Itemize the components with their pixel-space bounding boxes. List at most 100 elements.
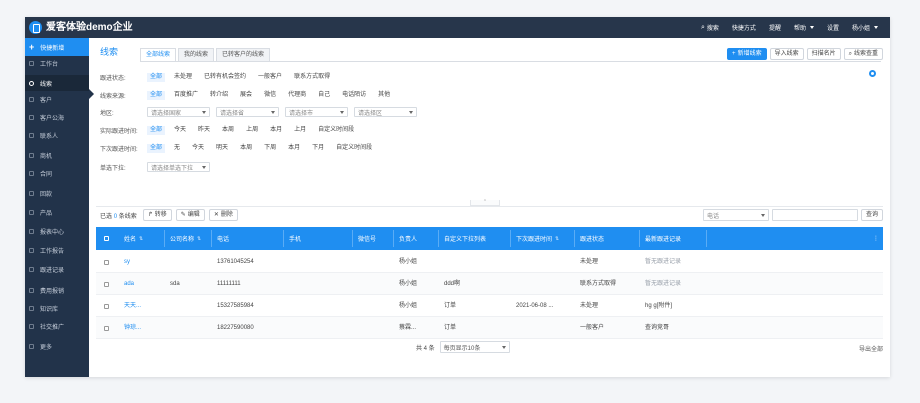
filter-option[interactable]: 自己 [315, 91, 333, 100]
filter-option[interactable]: 转介绍 [207, 91, 231, 100]
filter-option[interactable]: 全部 [147, 143, 166, 153]
column-header[interactable]: 负责人 [399, 227, 417, 250]
sort-icon[interactable]: ⇅ [197, 236, 201, 242]
filter-option[interactable]: 全部 [147, 72, 166, 82]
region-select[interactable]: 请选择市 [285, 107, 348, 117]
sidebar-item[interactable]: 合同 [25, 165, 89, 181]
custom-dropdown-select[interactable]: 请选择单选下拉 [147, 162, 210, 172]
filter-option[interactable]: 下周 [261, 144, 279, 153]
top-menu-item[interactable]: 设置 [827, 23, 839, 32]
filter-option[interactable]: 展会 [237, 91, 255, 100]
region-select[interactable]: 请选择国家 [147, 107, 210, 117]
select-all-checkbox[interactable] [104, 227, 109, 250]
tab-0[interactable]: 全部线索 [140, 48, 177, 62]
filter-option[interactable]: 本周 [219, 126, 237, 135]
filter-option[interactable]: 本月 [267, 126, 285, 135]
table-cell[interactable]: ada [124, 273, 134, 295]
export-all-link[interactable]: 导出全部 [859, 344, 883, 353]
tab-2[interactable]: 已转客户的线索 [216, 48, 271, 62]
checkbox[interactable] [104, 259, 109, 265]
filter-option[interactable]: 全部 [147, 125, 166, 135]
sidebar-item[interactable]: 工作台 [25, 55, 89, 71]
filter-option[interactable]: 今天 [171, 126, 189, 135]
sidebar-item[interactable]: 知识库 [25, 300, 89, 316]
region-select[interactable]: 请选择区 [354, 107, 417, 117]
edit-button[interactable]: ✎ 编辑 [175, 209, 205, 221]
column-header[interactable]: 姓名 ⇅ [124, 227, 143, 250]
filter-option[interactable]: 已转有机会签约 [201, 73, 249, 82]
sidebar-item[interactable]: 社交推广 [25, 318, 89, 334]
sidebar-item[interactable]: 工作报告 [25, 242, 89, 258]
page-size-select[interactable]: 每页显示10条 [439, 341, 510, 353]
sidebar-item[interactable]: 产品 [25, 204, 89, 220]
top-menu-item[interactable]: 快捷方式 [732, 23, 756, 32]
filter-option[interactable]: 电话陌访 [339, 91, 369, 100]
filter-option[interactable]: 明天 [213, 144, 231, 153]
table-cell[interactable]: 天天... [124, 295, 141, 317]
column-header[interactable]: 跟进状态 [580, 227, 604, 250]
filter-option[interactable]: 上月 [291, 126, 309, 135]
filter-option[interactable]: 本周 [237, 144, 255, 153]
filter-option[interactable]: 今天 [189, 144, 207, 153]
action-button[interactable]: + 新增线索 [727, 48, 767, 60]
gear-icon[interactable] [869, 70, 876, 77]
filter-option[interactable]: 上周 [243, 126, 261, 135]
column-header[interactable]: 微信号 [358, 227, 376, 250]
table-cell[interactable]: sy [124, 251, 130, 273]
filter-option[interactable]: 全部 [147, 90, 166, 100]
column-header[interactable]: 下次跟进时间 ⇅ [516, 227, 559, 250]
row-checkbox-cell[interactable] [104, 251, 109, 273]
sidebar-item[interactable]: 跟进记录 [25, 261, 89, 277]
sidebar-item[interactable]: 客户公海 [25, 109, 89, 125]
sidebar-item[interactable]: 更多 [25, 338, 89, 354]
filter-option[interactable]: 未处理 [171, 73, 195, 82]
sort-icon[interactable]: ⇅ [139, 236, 143, 242]
action-button[interactable]: 扫描名片 [806, 48, 841, 60]
top-menu-item[interactable]: 帮助 [794, 23, 814, 32]
column-header[interactable]: 手机 [289, 227, 301, 250]
search-input[interactable] [771, 209, 858, 221]
column-menu-icon[interactable]: ⋮ [873, 227, 879, 250]
search-button[interactable]: 查询 [860, 209, 883, 221]
filter-option[interactable]: 下月 [309, 144, 327, 153]
checkbox[interactable] [104, 281, 109, 287]
sidebar-item[interactable]: 商机 [25, 147, 89, 163]
row-checkbox-cell[interactable] [104, 295, 109, 317]
top-menu-item[interactable]: 提醒 [769, 23, 781, 32]
search-field-select[interactable]: 电话 [702, 209, 769, 221]
sort-icon[interactable]: ⇅ [555, 236, 559, 242]
filter-option[interactable]: 自定义时间段 [315, 126, 357, 135]
filter-option[interactable]: 其他 [375, 91, 393, 100]
checkbox[interactable] [104, 303, 109, 309]
top-menu-item[interactable]: 杨小姐 [852, 23, 878, 32]
top-menu-item[interactable]: ⌕ 搜索 [701, 23, 719, 33]
filter-option[interactable]: 昨天 [195, 126, 213, 135]
sidebar-item[interactable]: 报表中心 [25, 223, 89, 239]
sidebar-item[interactable]: 线索 [25, 75, 89, 91]
region-select[interactable]: 请选择省 [216, 107, 279, 117]
column-header[interactable]: 公司名称 ⇅ [170, 227, 201, 250]
checkbox[interactable] [104, 325, 109, 331]
sidebar-item[interactable]: 联系人 [25, 127, 89, 143]
column-header[interactable]: 自定义下拉列表 [444, 227, 486, 250]
delete-button[interactable]: ✕ 删除 [208, 209, 238, 221]
action-button[interactable]: ⌕ 线索查重 [843, 48, 883, 60]
filter-option[interactable]: 一般客户 [255, 73, 285, 82]
column-header[interactable]: 电话 [217, 227, 229, 250]
row-checkbox-cell[interactable] [104, 273, 109, 295]
sidebar-item[interactable]: 回款 [25, 185, 89, 201]
checkbox[interactable] [104, 236, 109, 241]
column-header[interactable]: 最新跟进记录 [645, 227, 681, 250]
table-cell[interactable]: 钟琼... [124, 317, 141, 339]
filter-option[interactable]: 自定义时间段 [333, 144, 375, 153]
filter-option[interactable]: 联系方式取得 [291, 73, 333, 82]
action-button[interactable]: 导入线索 [769, 48, 804, 60]
filter-option[interactable]: 百度推广 [171, 91, 201, 100]
tab-1[interactable]: 我的线索 [178, 48, 215, 62]
filter-option[interactable]: 无 [171, 144, 183, 153]
row-checkbox-cell[interactable] [104, 317, 109, 339]
filter-option[interactable]: 本月 [285, 144, 303, 153]
sidebar-item[interactable]: 费用报销 [25, 282, 89, 298]
quick-create-button[interactable]: + 快捷新增 [25, 38, 89, 56]
transfer-button[interactable]: ↱ 转移 [142, 209, 172, 221]
